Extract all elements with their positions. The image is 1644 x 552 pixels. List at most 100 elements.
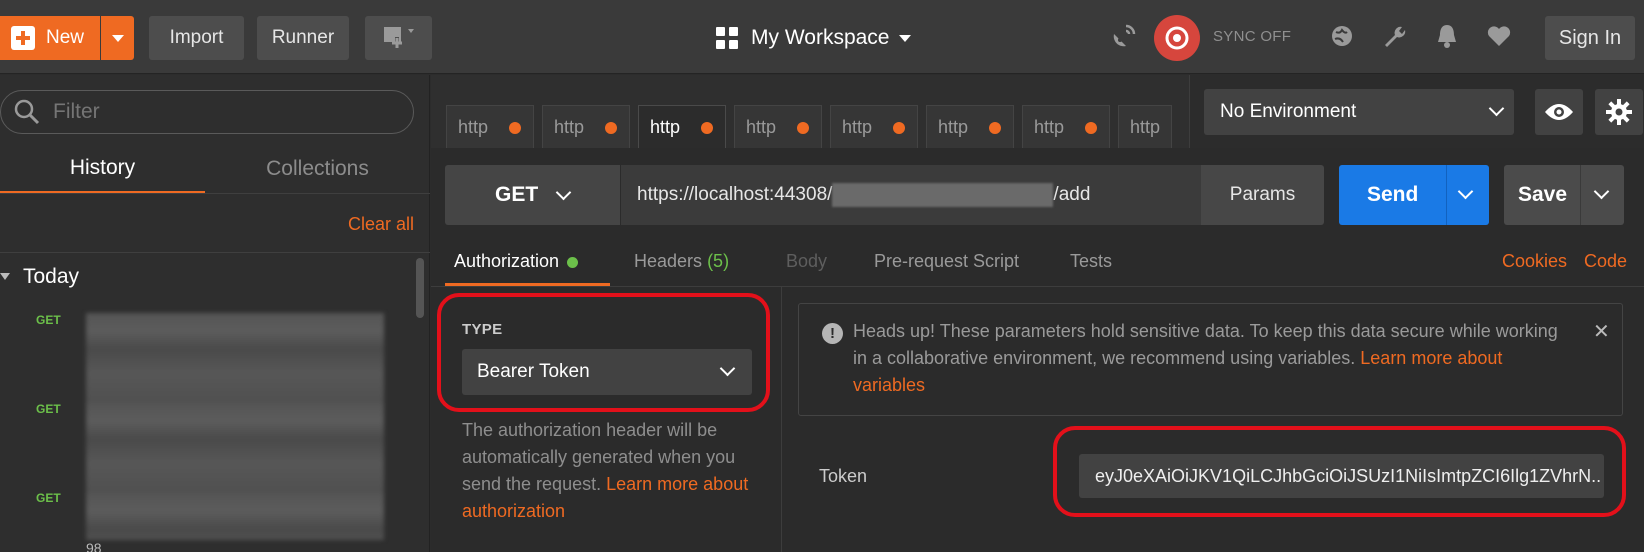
sign-in-button[interactable]: Sign In xyxy=(1545,16,1635,60)
request-tab-active[interactable]: http xyxy=(638,105,726,149)
save-label: Save xyxy=(1518,183,1568,206)
clear-all-link[interactable]: Clear all xyxy=(348,214,414,235)
unsaved-dot-icon xyxy=(701,122,713,134)
request-tab[interactable]: http xyxy=(542,105,630,149)
sync-icon xyxy=(1165,26,1189,50)
sync-status-button[interactable] xyxy=(1154,15,1200,61)
request-tab[interactable]: http xyxy=(734,105,822,149)
tab-history[interactable]: History xyxy=(0,144,205,194)
close-icon[interactable]: ✕ xyxy=(1593,319,1610,344)
runner-label: Runner xyxy=(271,27,335,48)
token-field[interactable]: eyJ0eXAiOiJKV1QiLCJhbGciOiJSUzI1NiIsImtp… xyxy=(1079,454,1604,498)
request-tab[interactable]: http xyxy=(1118,105,1172,149)
tab-collections[interactable]: Collections xyxy=(210,144,425,194)
send-button[interactable]: Send xyxy=(1339,165,1489,225)
chevron-down-icon xyxy=(719,360,736,377)
environment-label: No Environment xyxy=(1220,101,1357,122)
request-tab[interactable]: http xyxy=(446,105,534,149)
chevron-down-icon xyxy=(555,184,572,201)
filter-field[interactable] xyxy=(0,90,414,134)
tab-pre-request-script[interactable]: Pre-request Script xyxy=(874,251,1019,272)
unsaved-dot-icon xyxy=(989,122,1001,134)
divider xyxy=(1446,165,1447,225)
tab-body[interactable]: Body xyxy=(786,251,827,272)
tab-authorization[interactable]: Authorization xyxy=(454,251,579,272)
request-tab[interactable]: http xyxy=(926,105,1014,149)
params-button[interactable]: Params xyxy=(1201,165,1324,225)
auth-description: The authorization header will be automat… xyxy=(462,417,762,525)
auth-type-select[interactable]: Bearer Token xyxy=(462,349,752,395)
send-label: Send xyxy=(1367,183,1419,206)
code-link[interactable]: Code xyxy=(1584,251,1627,272)
workspace-grid-icon xyxy=(716,27,738,49)
method-select[interactable]: GET xyxy=(445,165,620,225)
new-window-button[interactable] xyxy=(365,16,432,60)
sync-status-text: SYNC OFF xyxy=(1213,28,1292,45)
headers-count-badge: (5) xyxy=(707,251,730,271)
bell-icon[interactable] xyxy=(1433,22,1461,50)
import-button[interactable]: Import xyxy=(149,16,244,60)
notice-text: Heads up! These parameters hold sensitiv… xyxy=(853,318,1573,399)
heart-icon[interactable] xyxy=(1485,22,1513,50)
url-suffix: /add xyxy=(1053,184,1091,205)
save-button[interactable]: Save xyxy=(1504,165,1624,225)
unsaved-dot-icon xyxy=(893,122,905,134)
environment-select[interactable]: No Environment xyxy=(1204,89,1514,135)
tab-authorization-label: Authorization xyxy=(454,251,560,271)
new-button[interactable]: New xyxy=(0,16,100,60)
info-icon: ! xyxy=(822,323,843,344)
wrench-icon[interactable] xyxy=(1380,22,1408,50)
caret-down-icon xyxy=(111,34,124,42)
workspace-switcher[interactable]: My Workspace xyxy=(716,20,912,56)
tab-tests[interactable]: Tests xyxy=(1070,251,1112,272)
url-input[interactable]: https://localhost:44308/ /add xyxy=(621,165,1201,225)
satellite-icon xyxy=(1113,24,1136,47)
interceptor-satellite-icon[interactable] xyxy=(1110,22,1138,50)
method-label: GET xyxy=(495,183,539,206)
divider xyxy=(0,252,430,253)
caret-down-icon xyxy=(899,34,912,42)
environment-quick-look-button[interactable] xyxy=(1535,89,1583,135)
unsaved-dot-icon xyxy=(509,122,521,134)
unsaved-dot-icon xyxy=(797,122,809,134)
token-value: eyJ0eXAiOiJKV1QiLCJhbGciOiJSUzI1NiIsImtp… xyxy=(1095,465,1602,486)
history-item-url: 98 xyxy=(86,540,102,552)
tab-collections-label: Collections xyxy=(266,157,369,180)
manage-environments-button[interactable] xyxy=(1595,89,1643,135)
auth-type-value: Bearer Token xyxy=(477,361,590,382)
unsaved-dot-icon xyxy=(1085,122,1097,134)
chevron-down-icon[interactable] xyxy=(1593,183,1610,200)
history-item-method: GET xyxy=(36,491,61,505)
active-dot-icon xyxy=(567,256,579,268)
runner-button[interactable]: Runner xyxy=(257,16,349,60)
globe-icon[interactable] xyxy=(1328,22,1356,50)
url-redacted-segment xyxy=(832,183,1054,207)
plus-icon xyxy=(11,26,35,50)
filter-input[interactable] xyxy=(53,100,393,124)
auth-type-label: TYPE xyxy=(462,321,503,338)
request-tab[interactable]: http xyxy=(1022,105,1110,149)
divider xyxy=(781,287,782,552)
collapse-arrow-icon[interactable] xyxy=(0,273,10,280)
url-prefix: https://localhost:44308/ xyxy=(637,184,833,205)
chevron-down-icon[interactable] xyxy=(1457,183,1474,200)
workspace-label: My Workspace xyxy=(751,26,890,49)
divider xyxy=(0,193,430,194)
divider xyxy=(1189,75,1190,148)
tab-history-label: History xyxy=(69,155,136,179)
request-tab-label: http xyxy=(938,117,969,137)
history-items-redacted[interactable] xyxy=(86,313,384,540)
history-group-today[interactable]: Today xyxy=(23,265,79,289)
divider xyxy=(1580,165,1581,225)
new-dropdown-button[interactable] xyxy=(101,16,134,60)
new-window-icon xyxy=(383,27,414,49)
request-tab[interactable]: http xyxy=(830,105,918,149)
tab-headers[interactable]: Headers (5) xyxy=(634,251,729,272)
request-tab-label: http xyxy=(1130,117,1161,137)
sidebar-scrollbar[interactable] xyxy=(416,258,424,318)
unsaved-dot-icon xyxy=(605,122,617,134)
history-item-method: GET xyxy=(36,402,61,416)
import-label: Import xyxy=(169,27,224,48)
cookies-link[interactable]: Cookies xyxy=(1502,251,1567,272)
request-tab-label: http xyxy=(650,117,681,137)
